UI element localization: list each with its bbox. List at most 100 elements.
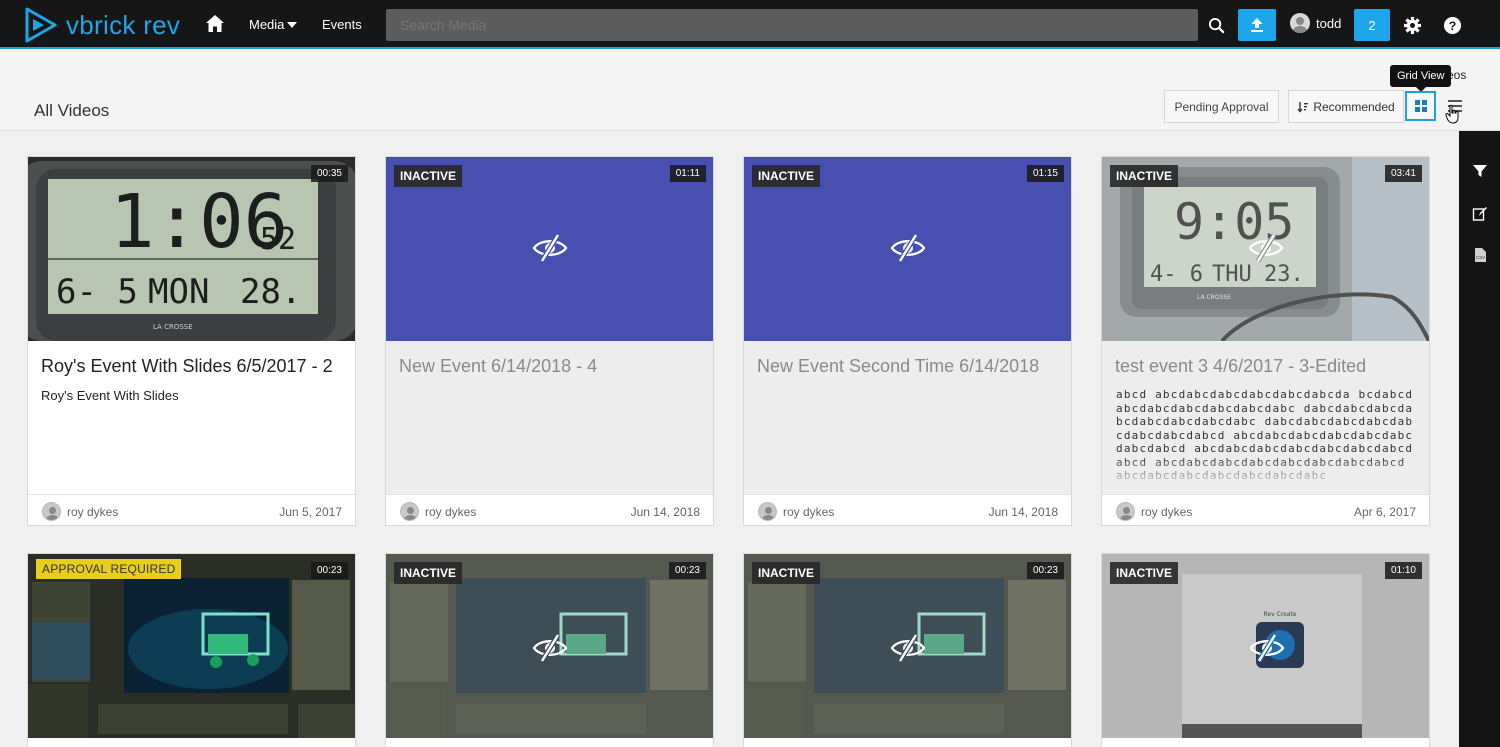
sort-icon	[1297, 101, 1309, 113]
author-name: roy dykes	[425, 504, 477, 519]
status-badge: INACTIVE	[1110, 165, 1179, 187]
avatar	[758, 502, 777, 521]
eye-slash-icon	[532, 233, 568, 263]
video-thumbnail[interactable]: 9:05 4- 6 THU 23. LA CROSSE INACTIVE 03:…	[1102, 157, 1429, 341]
video-title[interactable]: Roy's Event With Slides 6/5/2017 - 2	[41, 356, 333, 377]
video-card[interactable]: INACTIVE 00:23	[743, 553, 1072, 747]
user-menu[interactable]: todd	[1290, 13, 1341, 33]
author: roy dykes	[1116, 502, 1192, 521]
clock-day-text: MON	[148, 272, 209, 312]
video-thumbnail[interactable]: 1:06 52 6- 5 MON 28. LA CROSSE 00:35	[28, 157, 355, 341]
video-card[interactable]: INACTIVE 00:23	[385, 553, 714, 747]
video-date: Jun 14, 2018	[630, 505, 700, 519]
csv-file-icon[interactable]: CSV	[1472, 247, 1488, 263]
grid-view-tooltip: Grid View	[1390, 65, 1452, 92]
grid-icon	[1414, 100, 1427, 112]
logo-text: vbrick rev	[66, 9, 181, 40]
duration-badge: 01:15	[1026, 165, 1064, 182]
eye-slash-icon	[1249, 633, 1285, 663]
author-name: roy dykes	[1141, 504, 1193, 519]
duration-badge: 00:35	[310, 165, 348, 182]
status-badge: INACTIVE	[752, 562, 821, 584]
upload-button[interactable]	[1238, 9, 1276, 41]
status-badge: INACTIVE	[394, 165, 463, 187]
hand-cursor-icon	[1445, 104, 1459, 124]
author: roy dykes	[758, 502, 834, 521]
duration-badge: 01:10	[1384, 562, 1422, 579]
rov-thumbnail-image	[28, 554, 355, 738]
video-card[interactable]: 1:06 52 6- 5 MON 28. LA CROSSE 00:35 Roy…	[27, 156, 356, 526]
clock-brand-text: LA CROSSE	[153, 323, 193, 331]
search-icon[interactable]	[1199, 9, 1233, 41]
search-input[interactable]	[386, 9, 1198, 41]
video-title[interactable]: New Event Second Time 6/14/2018	[757, 356, 1039, 377]
card-footer: roy dykes Jun 5, 2017	[28, 494, 355, 525]
right-rail: CSV	[1459, 131, 1500, 747]
video-date: Jun 14, 2018	[988, 505, 1058, 519]
video-thumbnail[interactable]: INACTIVE 00:23	[386, 554, 713, 738]
eye-slash-icon	[890, 633, 926, 663]
status-badge: INACTIVE	[752, 165, 821, 187]
video-date: Jun 5, 2017	[279, 505, 342, 519]
chevron-down-icon	[287, 21, 298, 28]
duration-badge: 01:11	[669, 165, 706, 182]
events-link[interactable]: Events	[322, 17, 362, 32]
page-header: All Videos eos Grid View Pending Approva…	[0, 51, 1500, 131]
video-card[interactable]: INACTIVE 01:11 New Event 6/14/2018 - 4 r…	[385, 156, 714, 526]
card-footer: roy dykes Jun 14, 2018	[386, 494, 713, 525]
video-thumbnail[interactable]: INACTIVE 01:11	[386, 157, 713, 341]
pending-approval-button[interactable]: Pending Approval	[1164, 90, 1279, 123]
video-card[interactable]: 9:05 4- 6 THU 23. LA CROSSE INACTIVE 03:…	[1101, 156, 1430, 526]
status-badge: APPROVAL REQUIRED	[36, 559, 182, 579]
status-badge: INACTIVE	[1110, 562, 1179, 584]
media-menu[interactable]: Media	[249, 17, 298, 32]
clock-temp-text: 28.	[240, 272, 301, 312]
upload-icon	[1251, 18, 1263, 32]
sort-dropdown[interactable]: Recommended	[1288, 90, 1404, 123]
user-icon	[1290, 13, 1310, 33]
avatar	[400, 502, 419, 521]
gear-icon[interactable]	[1396, 9, 1428, 41]
svg-text:?: ?	[1448, 18, 1456, 32]
notification-badge[interactable]: 2	[1354, 9, 1390, 41]
avatar	[42, 502, 61, 521]
author: roy dykes	[400, 502, 476, 521]
play-logo-icon	[25, 7, 57, 43]
author: roy dykes	[42, 502, 118, 521]
video-thumbnail[interactable]: INACTIVE 01:15	[744, 157, 1071, 341]
top-nav: vbrick rev Media Events todd 2 ?	[0, 0, 1500, 49]
edit-icon[interactable]	[1472, 206, 1488, 222]
video-thumbnail[interactable]: APPROVAL REQUIRED 00:23	[28, 554, 355, 738]
author-name: roy dykes	[783, 504, 835, 519]
description-fade	[1102, 457, 1429, 487]
video-title[interactable]: test event 3 4/6/2017 - 3-Edited	[1115, 356, 1366, 377]
duration-badge: 00:23	[1026, 562, 1064, 579]
card-footer: roy dykes Apr 6, 2017	[1102, 494, 1429, 525]
vbrick-logo[interactable]: vbrick rev	[24, 7, 180, 43]
clock-seconds-text: 52	[260, 222, 296, 257]
filter-icon[interactable]	[1472, 163, 1488, 179]
eye-slash-icon	[532, 633, 568, 663]
sort-label: Recommended	[1313, 99, 1395, 114]
video-thumbnail[interactable]: Rev Create INACTIVE 01:10	[1102, 554, 1429, 738]
eye-slash-icon	[1248, 233, 1284, 263]
video-date: Apr 6, 2017	[1353, 505, 1416, 519]
eye-slash-icon	[890, 233, 926, 263]
video-thumbnail[interactable]: INACTIVE 00:23	[744, 554, 1071, 738]
video-description: Roy's Event With Slides	[41, 388, 179, 403]
duration-badge: 03:41	[1384, 165, 1422, 182]
home-icon[interactable]	[204, 13, 226, 35]
status-badge: INACTIVE	[394, 562, 463, 584]
video-card[interactable]: Rev Create INACTIVE 01:10	[1101, 553, 1430, 747]
video-card[interactable]: APPROVAL REQUIRED 00:23	[27, 553, 356, 747]
video-title[interactable]: New Event 6/14/2018 - 4	[399, 356, 597, 377]
video-card[interactable]: INACTIVE 01:15 New Event Second Time 6/1…	[743, 156, 1072, 526]
author-name: roy dykes	[67, 504, 119, 519]
duration-badge: 00:23	[668, 562, 706, 579]
clock-thumbnail-image: 1:06 52 6- 5 MON 28. LA CROSSE	[28, 157, 355, 341]
duration-badge: 00:23	[310, 562, 348, 579]
grid-view-button[interactable]	[1405, 91, 1436, 121]
clock-date-text: 6- 5	[56, 272, 138, 312]
svg-text:CSV: CSV	[1476, 255, 1485, 260]
help-icon[interactable]: ?	[1436, 9, 1468, 41]
